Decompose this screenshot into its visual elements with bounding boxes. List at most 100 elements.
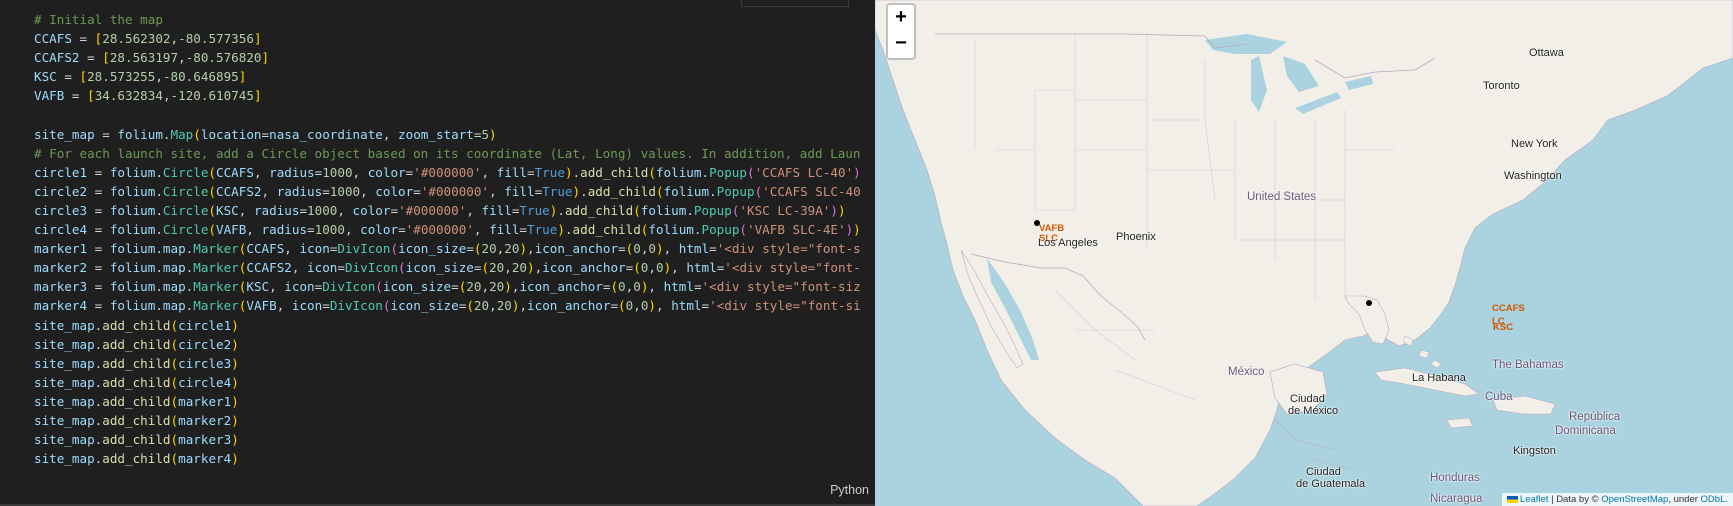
code-token: circle1: [178, 317, 232, 333]
code-line[interactable]: circle4 = folium.Circle(VAFB, radius=100…: [34, 220, 861, 239]
code-token: KSC: [246, 279, 270, 295]
code-token: Marker: [193, 298, 239, 314]
code-token: ): [572, 183, 581, 199]
code-token: =: [466, 241, 474, 257]
code-token: (: [610, 279, 619, 295]
code-token: folium: [109, 164, 156, 180]
code-token: '<div style="font-s: [716, 241, 861, 257]
code-line[interactable]: VAFB = [34.632834,-120.610745]: [34, 86, 861, 105]
site-label-ksc[interactable]: KSC: [1493, 322, 1513, 333]
code-token: Circle: [162, 202, 209, 218]
code-line[interactable]: KSC = [28.573255,-80.646895]: [34, 67, 861, 86]
code-token: site_map: [34, 374, 95, 390]
code-line[interactable]: # Initial the map: [34, 10, 861, 29]
code-token: ,: [489, 298, 497, 314]
code-token: icon_anchor: [542, 260, 626, 276]
code-token: CCAFS: [34, 31, 72, 47]
code-token: KSC: [34, 69, 57, 85]
code-token: marker3: [178, 432, 232, 448]
code-token: =: [87, 298, 110, 314]
code-token: =: [709, 241, 717, 257]
code-token: location: [200, 126, 262, 142]
code-token: 34.632834: [94, 88, 163, 104]
code-token: CCAFS: [216, 164, 254, 180]
code-line[interactable]: marker3 = folium.map.Marker(KSC, icon=Di…: [34, 277, 861, 296]
code-line[interactable]: site_map.add_child(marker4): [34, 449, 861, 468]
code-line[interactable]: circle3 = folium.Circle(KSC, radius=1000…: [34, 201, 861, 220]
code-token: (: [633, 260, 641, 276]
code-line[interactable]: circle1 = folium.Circle(CCAFS, radius=10…: [34, 163, 861, 182]
code-token: folium: [109, 260, 156, 276]
leaflet-link[interactable]: Leaflet: [1520, 494, 1549, 505]
code-token: .: [162, 126, 171, 142]
code-token: 20: [489, 260, 505, 276]
code-token: 0: [633, 279, 641, 295]
code-token: '#000000': [413, 164, 482, 180]
code-token: =: [398, 222, 406, 238]
code-token: Circle: [162, 222, 209, 238]
code-token: =: [322, 183, 330, 199]
zoom-in-button[interactable]: +: [886, 3, 916, 32]
odbl-link[interactable]: ODbL.: [1701, 494, 1728, 505]
openstreetmap-link[interactable]: OpenStreetMap: [1601, 494, 1668, 505]
code-token: Marker: [193, 241, 239, 257]
code-line[interactable]: [34, 105, 861, 124]
language-indicator[interactable]: Python: [830, 483, 869, 497]
code-token: ,: [162, 88, 171, 104]
code-token: VAFB: [246, 298, 277, 314]
code-line[interactable]: marker4 = folium.map.Marker(VAFB, icon=D…: [34, 296, 861, 315]
code-token: =: [87, 279, 110, 295]
code-token: (: [170, 336, 179, 352]
code-token: 20: [481, 241, 497, 257]
code-line[interactable]: CCAFS2 = [28.563197,-80.576820]: [34, 48, 861, 67]
code-line[interactable]: site_map.add_child(circle3): [34, 354, 861, 373]
code-token: [: [102, 50, 110, 66]
code-line[interactable]: site_map.add_child(circle2): [34, 335, 861, 354]
code-token: ): [231, 336, 239, 352]
code-token: .: [155, 279, 163, 295]
code-token: site_map: [34, 451, 95, 467]
code-token: add_child: [587, 183, 656, 199]
code-line[interactable]: marker1 = folium.map.Marker(CCAFS, icon=…: [34, 239, 861, 258]
zoom-out-button[interactable]: −: [886, 31, 916, 60]
code-line[interactable]: circle2 = folium.Circle(CCAFS2, radius=1…: [34, 182, 861, 201]
code-line[interactable]: CCAFS = [28.562302,-80.577356]: [34, 29, 861, 48]
attribution-data-by: | Data by ©: [1551, 494, 1599, 505]
code-line[interactable]: site_map.add_child(marker2): [34, 411, 861, 430]
code-line[interactable]: site_map.add_child(marker3): [34, 430, 861, 449]
code-token: zoom_start: [398, 126, 474, 142]
code-line[interactable]: site_map.add_child(circle4): [34, 373, 861, 392]
code-token: ): [648, 298, 657, 314]
code-token: ): [231, 412, 239, 428]
map-view[interactable]: VAFB SLC CCAFS LC KSC Ottawa Toronto New Y…: [875, 0, 1733, 506]
code-token: VAFB: [216, 222, 247, 238]
code-token: DivIcon: [337, 241, 391, 257]
code-token: folium: [109, 241, 156, 257]
code-token: CCAFS2: [34, 50, 80, 66]
code-token: map: [162, 279, 186, 295]
code-token: =: [413, 183, 421, 199]
code-token: ,: [360, 183, 376, 199]
ukraine-flag-icon: [1506, 495, 1518, 503]
code-token: =: [451, 279, 459, 295]
code-token: Map: [170, 126, 194, 142]
code-line[interactable]: marker2 = folium.map.Marker(CCAFS2, icon…: [34, 258, 861, 277]
code-token: .: [701, 164, 710, 180]
code-token: ]: [238, 69, 247, 85]
code-token: map: [162, 260, 186, 276]
code-token: add_child: [102, 336, 171, 352]
code-token: =: [87, 222, 110, 238]
code-token: folium: [117, 126, 163, 142]
code-token: (: [208, 183, 217, 199]
ksc-site-circle[interactable]: [1366, 300, 1372, 306]
code-token: 'KSC LC-39A': [739, 202, 831, 218]
code-token: =: [87, 260, 110, 276]
code-token: add_child: [102, 393, 171, 409]
code-token: True: [542, 183, 573, 199]
code-line[interactable]: site_map.add_child(circle1): [34, 316, 861, 335]
code-line[interactable]: # For each launch site, add a Circle obj…: [34, 144, 861, 163]
code-editor[interactable]: # Initial the map CCAFS = [28.562302,-80.…: [0, 0, 875, 506]
code-line[interactable]: site_map.add_child(marker1): [34, 392, 861, 411]
code-line[interactable]: site_map = folium.Map(location=nasa_coor…: [34, 125, 861, 144]
central-america-borders: [1274, 419, 1356, 471]
